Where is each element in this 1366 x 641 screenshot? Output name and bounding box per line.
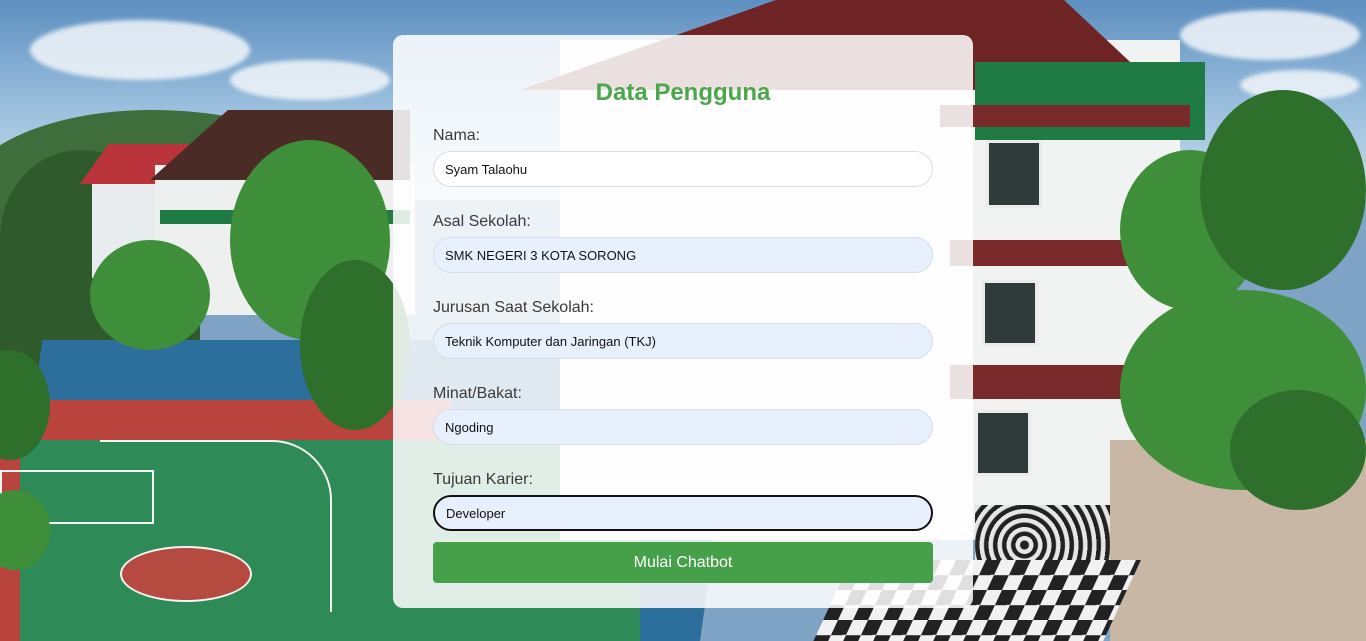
career-goal-label: Tujuan Karier: <box>433 471 533 488</box>
interest-talent-label: Minat/Bakat: <box>433 385 522 402</box>
school-major-label: Jurusan Saat Sekolah: <box>433 299 594 316</box>
user-data-form-card: Data Pengguna Nama: Asal Sekolah: Jurusa… <box>393 35 973 608</box>
school-major-input[interactable] <box>433 323 933 359</box>
name-label: Nama: <box>433 127 481 144</box>
name-input[interactable] <box>433 151 933 187</box>
school-origin-label: Asal Sekolah: <box>433 213 531 230</box>
interest-talent-input[interactable] <box>433 409 933 445</box>
form-title: Data Pengguna <box>595 79 771 106</box>
start-chatbot-button[interactable]: Mulai Chatbot <box>433 542 933 583</box>
school-origin-input[interactable] <box>433 237 933 273</box>
career-goal-input[interactable] <box>433 495 933 531</box>
